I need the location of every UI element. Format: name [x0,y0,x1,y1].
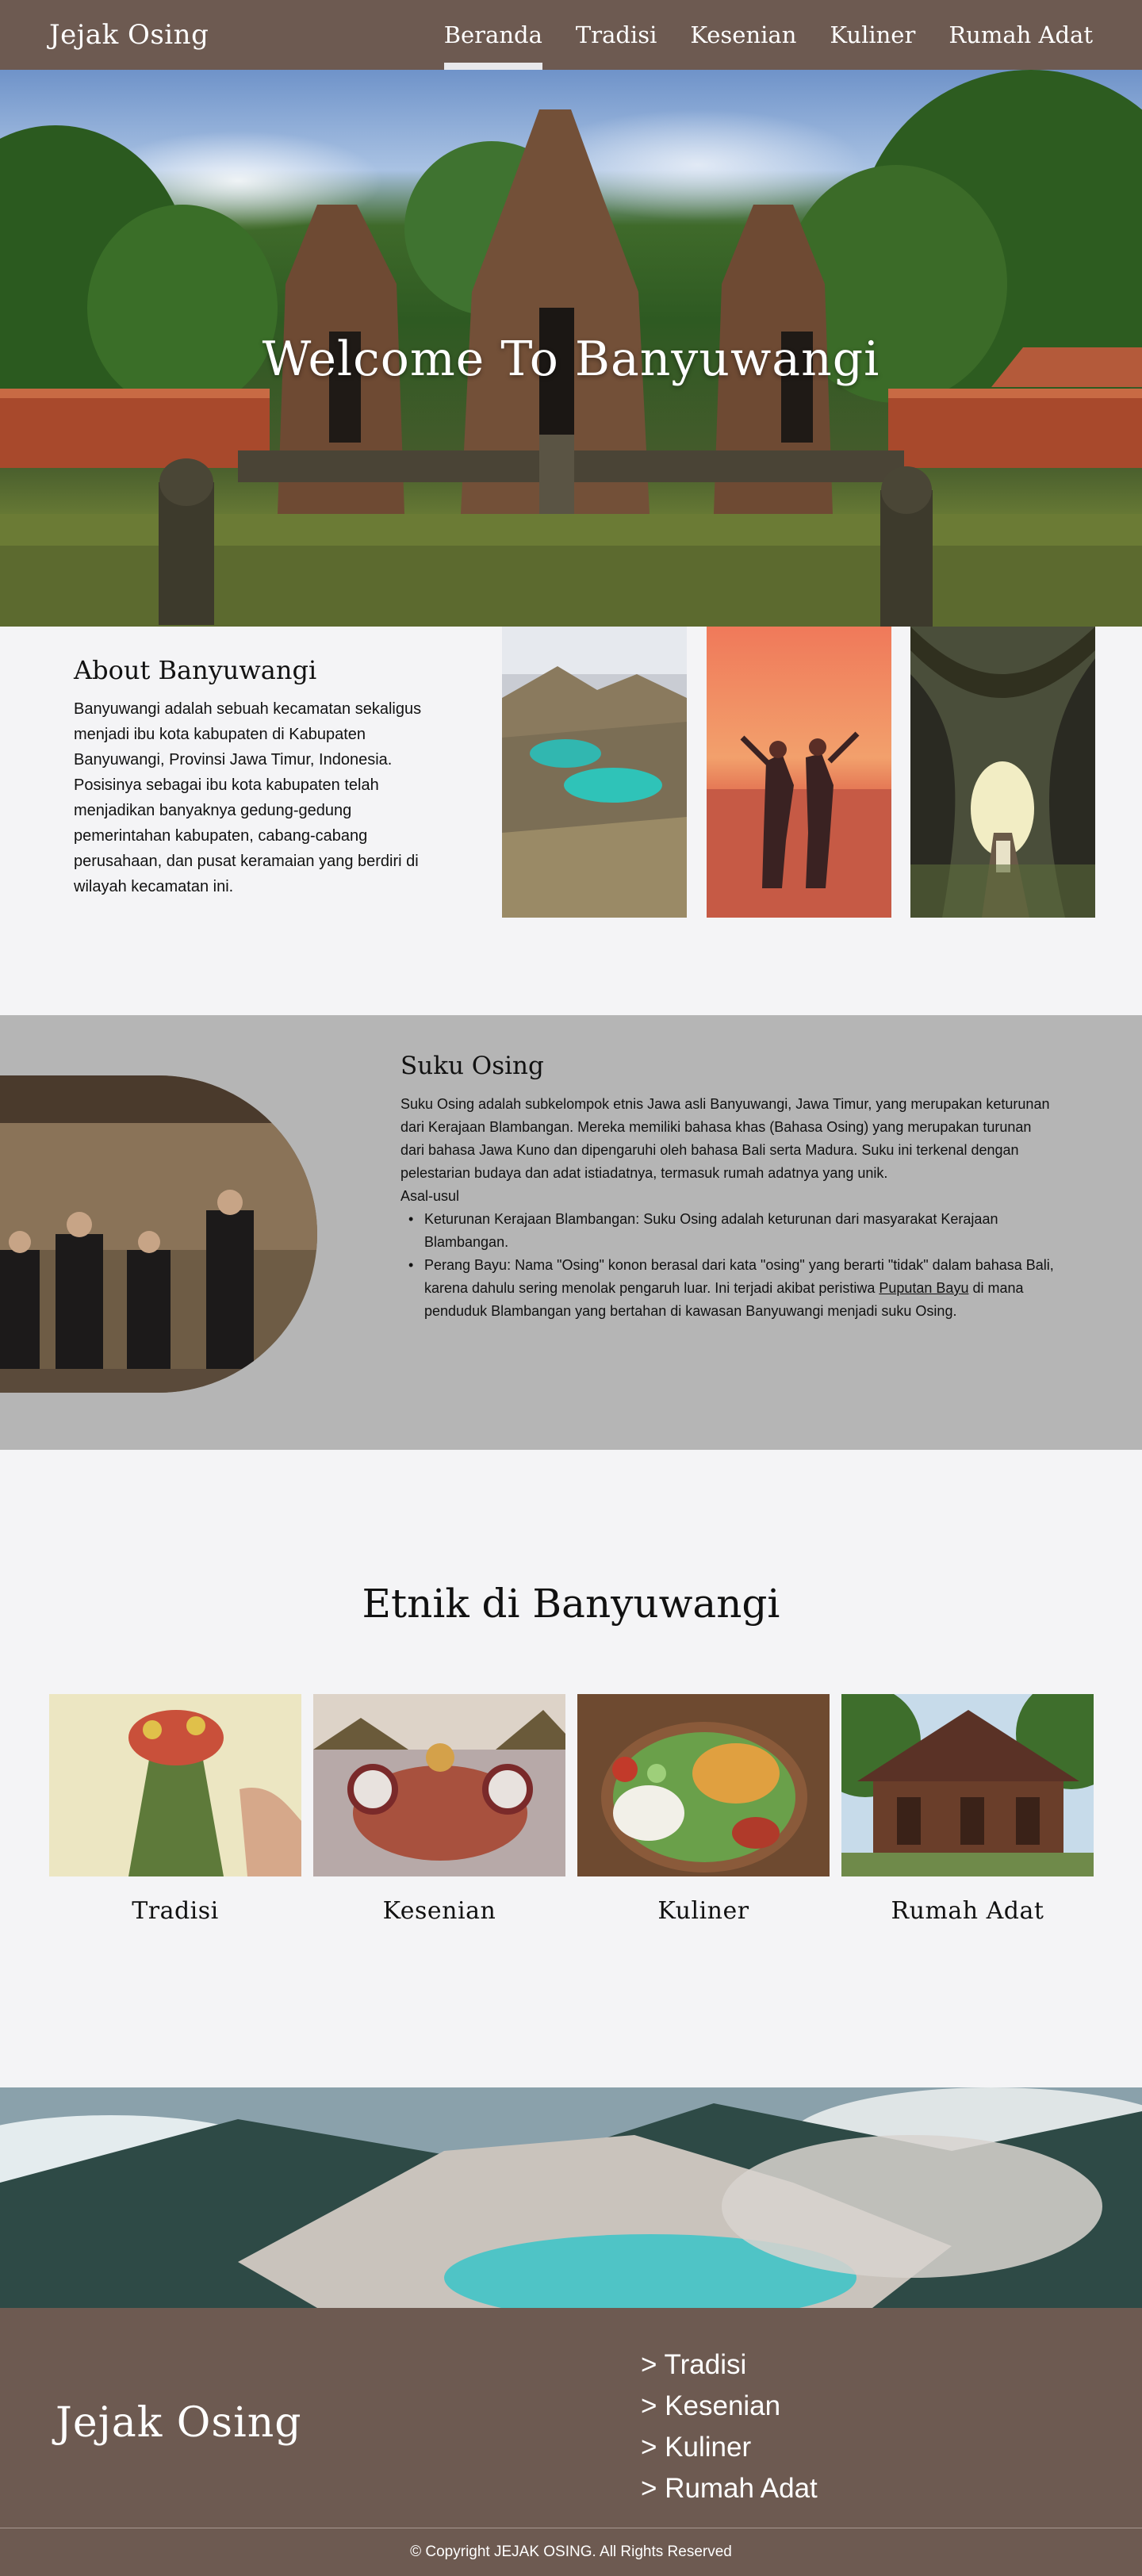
card-tradisi[interactable]: Tradisi [49,1694,301,1925]
about-section: About Banyuwangi Banyuwangi adalah sebua… [0,627,1142,1015]
card-label-kesenian: Kesenian [382,1897,496,1925]
tradisi-photo [49,1694,301,1876]
footer-links: > Tradisi > Kesenian > Kuliner > Rumah A… [641,2344,818,2509]
osing-people-photo [0,1075,317,1393]
about-title: About Banyuwangi [74,655,317,685]
suku-osing-text: Suku Osing Suku Osing adalah subkelompok… [400,1050,1059,1323]
kesenian-photo [313,1694,565,1876]
card-rumah-adat[interactable]: Rumah Adat [841,1694,1094,1925]
nav-link-beranda[interactable]: Beranda [443,0,543,70]
suku-osing-section: Suku Osing Suku Osing adalah subkelompok… [0,1015,1142,1450]
origin-list: Keturunan Kerajaan Blambangan: Suku Osin… [400,1208,1059,1323]
card-label-kuliner: Kuliner [657,1897,749,1925]
footer-link-tradisi[interactable]: > Tradisi [641,2344,818,2386]
ijen-crater-photo [0,2087,1142,2308]
brand-logo[interactable]: Jejak Osing [49,19,209,51]
sunset-dancers-photo [707,627,891,918]
copyright-text: © Copyright JEJAK OSING. All Rights Rese… [410,2543,732,2560]
suku-paragraph: Suku Osing adalah subkelompok etnis Jawa… [400,1096,1050,1181]
about-body: Banyuwangi adalah sebuah kecamatan sekal… [74,700,422,895]
footer-link-kesenian[interactable]: > Kesenian [641,2386,818,2427]
card-label-tradisi: Tradisi [132,1897,219,1925]
about-text: About Banyuwangi Banyuwangi adalah sebua… [74,655,431,899]
footer-brand[interactable]: Jejak Osing [56,2399,302,2447]
card-kesenian[interactable]: Kesenian [313,1694,565,1925]
origin-label: Asal-usul [400,1188,460,1204]
suku-title: Suku Osing [400,1052,544,1080]
hero-section: Welcome To Banyuwangi [0,70,1142,627]
ijen-crater-banner [0,2087,1142,2308]
origin-item-blambangan: Keturunan Kerajaan Blambangan: Suku Osin… [408,1208,1059,1254]
etnik-section: Etnik di Banyuwangi Tradisi Kesenian Kul… [0,1450,1142,2087]
origin-item-perang-bayu: Perang Bayu: Nama "Osing" konon berasal … [408,1254,1059,1323]
etnik-title: Etnik di Banyuwangi [362,1581,780,1627]
footer-link-rumah-adat[interactable]: > Rumah Adat [641,2468,818,2509]
hero-title: Welcome To Banyuwangi [262,332,880,387]
nav-links: Beranda Tradisi Kesenian Kuliner Rumah A… [443,0,1093,70]
nav-link-kuliner[interactable]: Kuliner [830,0,915,70]
crater-lake-photo [502,627,687,918]
card-kuliner[interactable]: Kuliner [577,1694,830,1925]
rumah-adat-photo [841,1694,1094,1876]
nav-link-tradisi[interactable]: Tradisi [576,0,657,70]
footer-link-kuliner[interactable]: > Kuliner [641,2427,818,2468]
card-label-rumah-adat: Rumah Adat [891,1897,1044,1925]
navbar: Jejak Osing Beranda Tradisi Kesenian Kul… [0,0,1142,70]
puputan-bayu-link[interactable]: Puputan Bayu [879,1280,968,1296]
kuliner-photo [577,1694,830,1876]
nav-link-kesenian[interactable]: Kesenian [690,0,796,70]
nav-link-rumah-adat[interactable]: Rumah Adat [948,0,1093,70]
forest-path-photo [910,627,1095,918]
footer: Jejak Osing > Tradisi > Kesenian > Kulin… [0,2308,1142,2576]
